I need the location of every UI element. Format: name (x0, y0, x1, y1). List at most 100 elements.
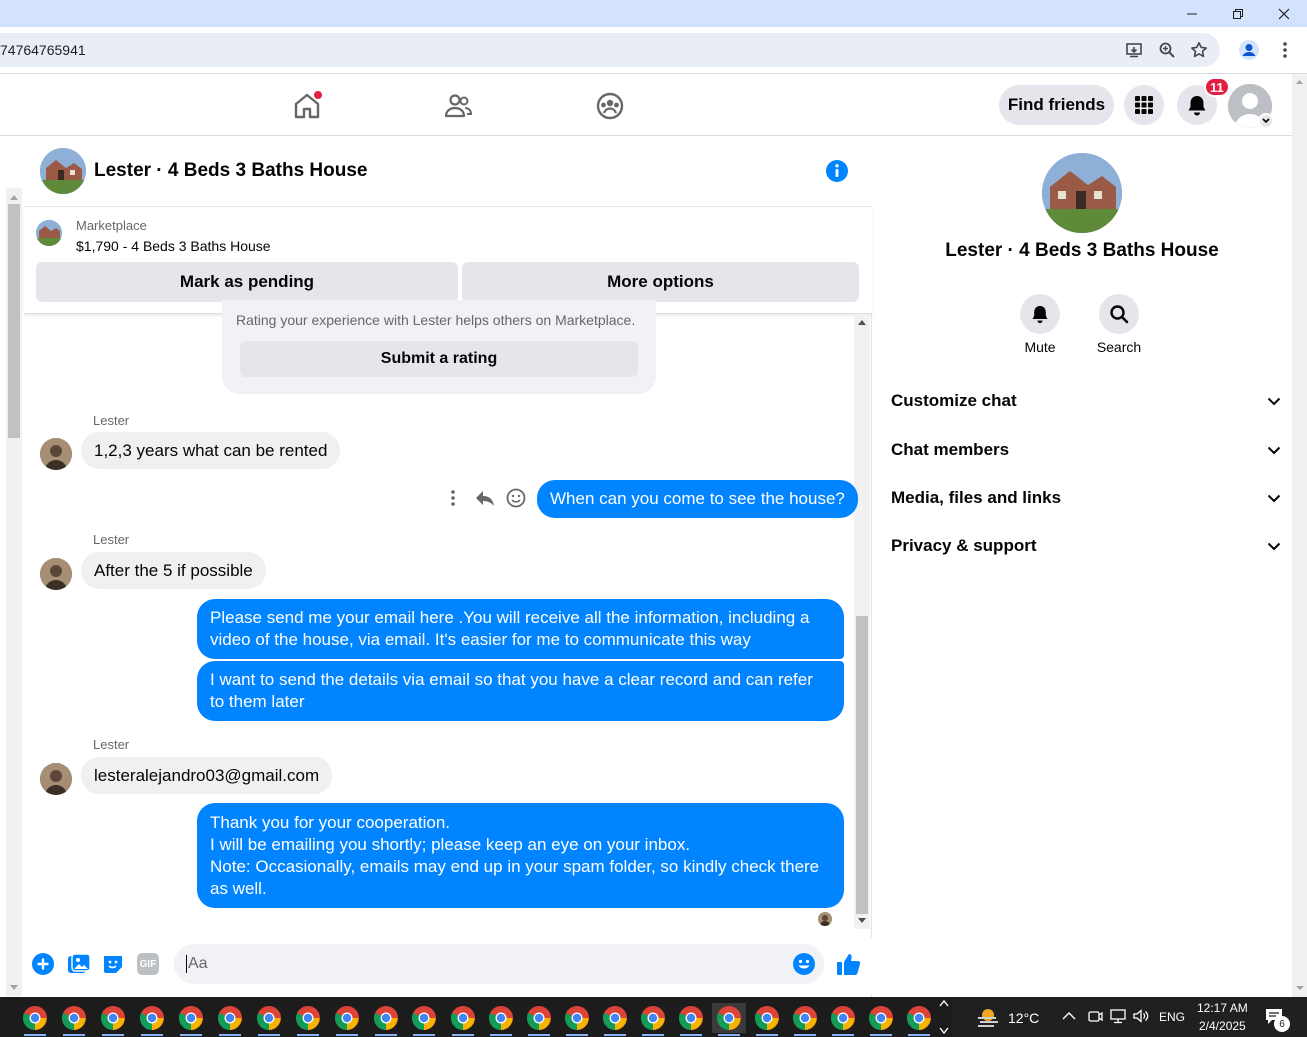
account-dropdown-button[interactable] (1258, 113, 1274, 129)
nav-friends[interactable] (428, 88, 488, 124)
lester-avatar[interactable] (40, 763, 72, 795)
taskbar-chrome-window[interactable] (291, 1003, 325, 1036)
lester-avatar[interactable] (40, 438, 72, 470)
outgoing-message[interactable]: I want to send the details via email so … (197, 661, 844, 721)
taskbar-scroll[interactable] (936, 999, 952, 1035)
taskbar-chrome-window[interactable] (135, 1003, 169, 1036)
taskbar-chrome-window[interactable] (96, 1003, 130, 1036)
install-app-icon[interactable] (1120, 36, 1148, 64)
chat-listing-photo[interactable] (40, 148, 86, 194)
temperature-text[interactable]: 12°C (1008, 1010, 1039, 1026)
react-button[interactable] (505, 487, 527, 509)
friends-icon (444, 94, 473, 118)
taskbar-chrome-window[interactable] (560, 1003, 594, 1036)
reply-button[interactable] (474, 488, 496, 508)
taskbar-chrome-window[interactable] (636, 1003, 670, 1036)
message-input[interactable] (174, 944, 824, 984)
taskbar-chrome-window[interactable] (598, 1003, 632, 1036)
taskbar-chrome-window[interactable] (712, 1003, 746, 1036)
taskbar-chrome-window[interactable] (826, 1003, 860, 1036)
find-friends-button[interactable]: Find friends (999, 85, 1114, 125)
outgoing-message[interactable]: Thank you for your cooperation. I will b… (197, 803, 844, 908)
listing-title[interactable]: $1,790 - 4 Beds 3 Baths House (76, 238, 271, 254)
message-more-button[interactable] (444, 488, 462, 508)
search-conversation-button[interactable] (1099, 294, 1139, 334)
page-scrollbar[interactable] (1292, 74, 1307, 997)
conversation-info-button[interactable] (826, 160, 848, 182)
submit-rating-button[interactable]: Submit a rating (240, 341, 638, 377)
incoming-message[interactable]: After the 5 if possible (81, 552, 266, 589)
taskbar-chrome-window[interactable] (330, 1003, 364, 1036)
taskbar-chrome-window[interactable] (902, 1003, 936, 1036)
conversation-photo[interactable] (1042, 153, 1122, 233)
zoom-icon[interactable] (1153, 36, 1181, 64)
nav-home[interactable] (277, 88, 337, 124)
messages-scroll-up-icon[interactable] (857, 318, 867, 326)
bookmark-star-icon[interactable] (1185, 36, 1213, 64)
url-text[interactable]: 74764765941 (0, 42, 86, 58)
left-scroll-up-icon[interactable] (9, 193, 19, 201)
messages-scroll-down-icon[interactable] (857, 917, 867, 925)
browser-menu-icon[interactable] (1271, 36, 1299, 64)
left-scroll-down-icon[interactable] (9, 984, 19, 992)
left-scroll-thumb[interactable] (8, 204, 20, 438)
mute-button[interactable] (1020, 294, 1060, 334)
chat-members-section[interactable]: Chat members (891, 435, 1281, 465)
close-button[interactable] (1261, 0, 1307, 27)
meet-now-icon[interactable] (1087, 1008, 1103, 1024)
clock-time[interactable]: 12:17 AM (1197, 1001, 1248, 1015)
messages-scroll-thumb[interactable] (856, 616, 868, 914)
chrome-icon (62, 1006, 86, 1030)
taskbar-chrome-window[interactable] (57, 1003, 91, 1036)
gif-button[interactable]: GIF (137, 953, 159, 975)
profile-icon[interactable] (1235, 36, 1263, 64)
taskbar-chrome-window[interactable] (252, 1003, 286, 1036)
chrome-icon (603, 1006, 627, 1030)
address-bar[interactable] (0, 33, 1220, 67)
sticker-button[interactable] (102, 953, 124, 975)
attach-photo-button[interactable] (67, 953, 91, 975)
page-scroll-down-icon[interactable] (1295, 983, 1305, 993)
outgoing-message[interactable]: Please send me your email here .You will… (197, 599, 844, 659)
lester-avatar[interactable] (40, 558, 72, 590)
taskbar-chrome-window[interactable] (369, 1003, 403, 1036)
taskbar-chrome-window[interactable] (407, 1003, 441, 1036)
taskbar-chrome-window[interactable] (788, 1003, 822, 1036)
incoming-message[interactable]: 1,2,3 years what can be rented (81, 432, 341, 469)
incoming-message[interactable]: lesteralejandro03@gmail.com (81, 757, 333, 794)
nav-groups[interactable] (580, 88, 640, 124)
like-button[interactable] (836, 951, 862, 977)
taskbar-chrome-window[interactable] (674, 1003, 708, 1036)
restore-button[interactable] (1215, 0, 1261, 27)
listing-thumbnail[interactable] (36, 220, 62, 246)
volume-icon[interactable] (1132, 1008, 1150, 1024)
weather-button[interactable] (975, 1004, 1001, 1030)
clock-date[interactable]: 2/4/2025 (1199, 1019, 1246, 1033)
taskbar-chrome-window[interactable] (213, 1003, 247, 1036)
message-input-placeholder[interactable]: Aa (186, 955, 208, 973)
media-files-links-section[interactable]: Media, files and links (891, 483, 1281, 513)
customize-chat-section[interactable]: Customize chat (891, 386, 1281, 416)
emoji-button[interactable] (792, 952, 816, 976)
taskbar-chrome-window[interactable] (446, 1003, 480, 1036)
chat-title[interactable]: Lester · 4 Beds 3 Baths House (94, 160, 367, 182)
taskbar-chrome-window[interactable] (484, 1003, 518, 1036)
menu-button[interactable] (1124, 85, 1164, 125)
chrome-icon (527, 1006, 551, 1030)
more-actions-button[interactable] (32, 953, 54, 975)
taskbar-chrome-window[interactable] (750, 1003, 784, 1036)
outgoing-message[interactable]: When can you come to see the house? (537, 480, 858, 518)
privacy-support-section[interactable]: Privacy & support (891, 531, 1281, 561)
taskbar-chrome-window[interactable] (18, 1003, 52, 1036)
minimize-button[interactable] (1169, 0, 1215, 27)
search-label: Search (1096, 339, 1142, 355)
mark-as-pending-button[interactable]: Mark as pending (36, 262, 458, 302)
chrome-icon (335, 1006, 359, 1030)
network-icon[interactable] (1109, 1008, 1127, 1024)
more-options-button[interactable]: More options (462, 262, 859, 302)
taskbar-chrome-window[interactable] (174, 1003, 208, 1036)
taskbar-chrome-window[interactable] (864, 1003, 898, 1036)
language-indicator[interactable]: ENG (1159, 1010, 1185, 1024)
show-hidden-icons-icon[interactable] (1062, 1011, 1076, 1021)
taskbar-chrome-window[interactable] (522, 1003, 556, 1036)
